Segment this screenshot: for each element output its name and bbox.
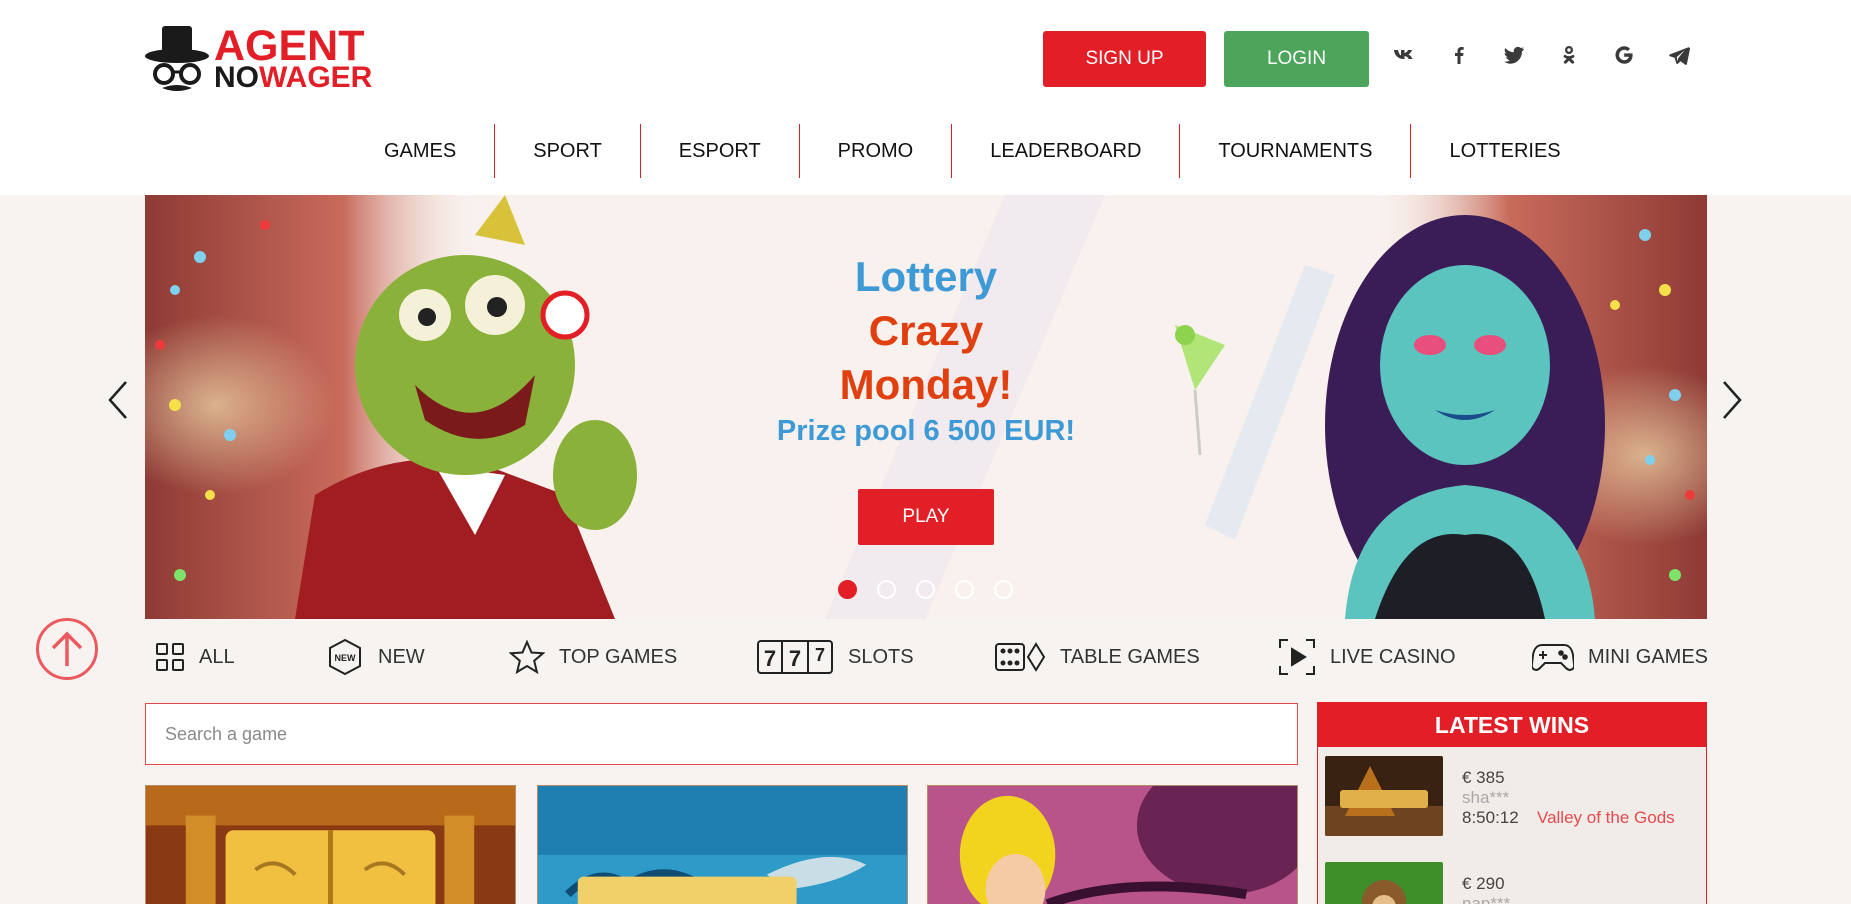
vk-icon[interactable] [1389,40,1419,70]
category-top-games-label: TOP GAMES [559,645,678,668]
game-tile[interactable] [537,785,908,904]
win-amount: € 385 [1462,768,1505,787]
game-thumbnail [146,786,515,904]
promo-banner[interactable]: Lottery Crazy Monday! Prize pool 6 500 E… [145,195,1707,619]
category-mini-games-label: MINI GAMES [1588,645,1709,668]
arrow-up-icon [51,631,83,666]
slots-777-icon: 7 7 7 [757,640,833,674]
main-nav: GAMES SPORT ESPORT PROMO LEADERBOARD TOU… [346,124,1599,178]
scroll-to-top-button[interactable] [36,618,98,680]
gamepad-icon [1532,644,1574,671]
category-top-games[interactable]: TOP GAMES [509,632,677,682]
win-user: sha*** [1462,788,1510,807]
carousel-dot[interactable] [955,580,974,599]
site-logo[interactable]: AGENT NOWAGER [144,24,379,96]
category-mini-games[interactable]: MINI GAMES [1532,632,1708,682]
banner-next-arrow[interactable] [1716,380,1746,420]
star-icon [509,640,545,674]
banner-title-line1: Lottery [854,253,998,300]
login-button[interactable]: LOGIN [1224,31,1369,87]
latest-wins-panel: LATEST WINS € 385 sha*** 8:50:12 Valley … [1317,702,1707,904]
win-game-thumbnail [1325,862,1443,904]
sign-up-button[interactable]: SIGN UP [1043,31,1206,87]
grid-icon [156,643,184,671]
live-play-icon [1279,639,1315,675]
win-game-thumbnail [1325,756,1443,836]
category-table-games-label: TABLE GAMES [1060,645,1200,668]
win-time: 8:50:12 [1462,808,1519,827]
google-icon[interactable] [1609,40,1639,70]
svg-text:7: 7 [764,646,776,671]
logo-text-no: NO [214,61,259,94]
carousel-dot[interactable] [916,580,935,599]
nav-games[interactable]: GAMES [346,124,494,178]
win-row[interactable]: € 385 sha*** 8:50:12 Valley of the Gods [1325,756,1701,838]
monkey-game-thumbnail [1325,862,1443,904]
svg-text:NEW: NEW [335,653,357,663]
svg-text:7: 7 [815,645,825,665]
latest-wins-title: LATEST WINS [1318,703,1706,747]
agent-hat-glasses-icon [145,26,209,91]
valley-of-the-gods-thumbnail [1325,756,1443,836]
carousel-dot[interactable] [838,580,857,599]
logo-text-nowager: NOWAGER [214,63,372,93]
category-all[interactable]: ALL [155,632,235,682]
nav-lotteries[interactable]: LOTTERIES [1410,124,1598,178]
banner-prev-arrow[interactable] [104,380,134,420]
category-table-games[interactable]: TABLE GAMES [994,632,1200,682]
category-new[interactable]: NEW NEW [326,632,425,682]
category-all-label: ALL [199,645,235,668]
category-slots-label: SLOTS [848,645,914,668]
category-live-casino[interactable]: LIVE CASINO [1278,632,1456,682]
carousel-dot[interactable] [877,580,896,599]
site-header: AGENT NOWAGER SIGN UP LOGIN GAMES SPORT … [0,0,1851,195]
win-game-link[interactable]: Valley of the Gods [1537,808,1675,828]
telegram-icon[interactable] [1664,40,1694,70]
chevron-left-icon [108,381,127,419]
game-tile[interactable] [927,785,1298,904]
game-search-input[interactable] [145,703,1298,765]
nav-esport[interactable]: ESPORT [639,124,799,178]
chevron-right-icon [1723,381,1742,419]
nav-tournaments[interactable]: TOURNAMENTS [1179,124,1410,178]
banner-title-line2: Crazy [868,307,984,354]
dice-icon [995,642,1046,672]
svg-text:7: 7 [789,646,801,671]
game-tile[interactable] [145,785,516,904]
game-thumbnail [928,786,1297,904]
twitter-icon[interactable] [1499,40,1529,70]
nav-sport[interactable]: SPORT [494,124,640,178]
facebook-icon[interactable] [1444,40,1474,70]
carousel-dots [838,580,1013,599]
category-live-casino-label: LIVE CASINO [1330,645,1456,668]
game-thumbnail [538,786,907,904]
category-new-label: NEW [378,645,425,668]
odnoklassniki-icon[interactable] [1554,40,1584,70]
win-amount: € 290 [1462,874,1505,893]
logo-text-wager: WAGER [259,61,373,94]
new-badge-icon: NEW [329,638,361,676]
banner-subtitle: Prize pool 6 500 EUR! [776,415,1076,447]
nav-leaderboard[interactable]: LEADERBOARD [951,124,1179,178]
win-user: nap*** [1462,894,1511,904]
category-slots[interactable]: 7 7 7 SLOTS [756,632,914,682]
carousel-dot[interactable] [994,580,1013,599]
game-category-bar: ALL NEW NEW TOP GAMES 7 7 7 SLOTS TABLE [153,632,1708,682]
nav-promo[interactable]: PROMO [798,124,952,178]
win-row[interactable]: € 290 nap*** [1325,862,1701,904]
play-button[interactable]: PLAY [858,489,994,545]
banner-title-line3: Monday! [839,361,1013,408]
